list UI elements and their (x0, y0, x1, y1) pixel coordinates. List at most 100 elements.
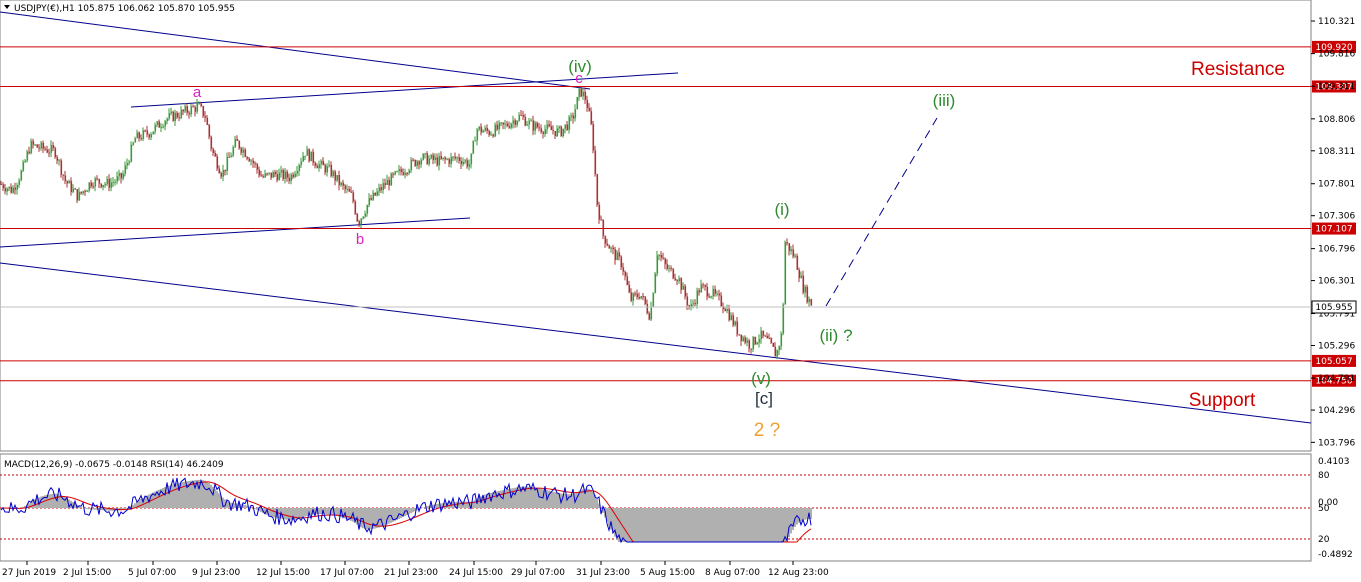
candle-body (606, 243, 609, 246)
candle-body (780, 333, 783, 347)
candle-body (50, 145, 53, 153)
candle-body (656, 255, 659, 274)
candle-body (410, 159, 413, 171)
candle-body (630, 292, 633, 301)
candle-body (300, 161, 303, 165)
candle-body (504, 123, 507, 125)
candle-body (192, 106, 195, 108)
candle-body (102, 185, 105, 188)
price-tick-label: 103.796 (1318, 438, 1355, 448)
candle-body (710, 296, 713, 298)
candle-body (170, 111, 173, 114)
candle-body (302, 156, 305, 162)
wave-2-label: 2 ? (754, 420, 780, 441)
candle-body (324, 165, 327, 173)
candle-body (10, 186, 13, 193)
candle-body (686, 296, 689, 306)
candle-body (264, 173, 267, 178)
candle-body (232, 147, 235, 156)
candle-body (348, 188, 351, 192)
candle-body (434, 157, 437, 160)
candle-body (452, 156, 455, 158)
candle-body (608, 245, 611, 249)
candle-body (88, 182, 91, 191)
candle-body (708, 296, 711, 298)
candle-body (540, 128, 543, 133)
candle-body (536, 122, 539, 128)
candle-body (464, 160, 467, 162)
candle-body (116, 176, 119, 182)
candle-body (476, 129, 479, 141)
candle-body (502, 122, 505, 125)
candle-body (734, 321, 737, 326)
candle-body (380, 187, 383, 191)
candle-body (310, 151, 313, 162)
candle-body (372, 192, 375, 200)
candle-body (790, 249, 793, 252)
candle-body (494, 124, 497, 137)
candle-body (194, 107, 197, 112)
candle-body (534, 122, 537, 131)
candle-body (616, 252, 619, 261)
candle-body (736, 321, 739, 335)
candle-body (582, 91, 585, 97)
candle-body (308, 149, 311, 162)
candle-body (204, 116, 207, 118)
candle-body (132, 142, 135, 145)
candle-body (756, 342, 759, 345)
candle-body (146, 130, 149, 135)
candle-body (266, 173, 269, 175)
candle-body (784, 242, 787, 305)
candle-body (306, 149, 309, 156)
candle-body (336, 175, 339, 181)
candle-body (156, 121, 159, 126)
candle-body (568, 116, 571, 130)
candle-body (56, 157, 59, 161)
candle-body (602, 219, 605, 236)
wave-iv-label: (iv) (568, 57, 592, 76)
candle-body (396, 171, 399, 173)
candle-body (186, 106, 189, 113)
candle-body (632, 293, 635, 301)
candle-body (596, 174, 599, 205)
candle-body (428, 158, 431, 165)
candle-body (624, 271, 627, 277)
candle-body (646, 303, 649, 314)
candle-body (500, 122, 503, 124)
price-tick-label: 105.296 (1318, 341, 1355, 351)
time-tick-label: 12 Aug 23:00 (768, 568, 829, 578)
candle-body (774, 346, 777, 357)
candle-body (376, 191, 379, 196)
candle-body (744, 337, 747, 343)
candle-body (200, 103, 203, 106)
candle-body (354, 201, 357, 214)
candle-body (52, 145, 55, 149)
candle-body (122, 173, 125, 179)
candle-body (242, 149, 245, 153)
candle-body (134, 138, 137, 143)
candle-body (96, 178, 99, 180)
candle-body (34, 144, 37, 146)
candle-body (390, 173, 393, 186)
candle-body (576, 97, 579, 110)
candle-body (478, 126, 481, 130)
candle-body (230, 155, 233, 158)
candle-body (682, 285, 685, 290)
candle-body (416, 161, 419, 166)
candle-body (346, 188, 349, 190)
candle-body (388, 179, 391, 186)
candle-body (214, 152, 217, 157)
candle-body (810, 299, 813, 306)
chart-canvas[interactable]: USDJPY(€),H1 105.875 106.062 105.870 105… (0, 0, 1361, 582)
candle-body (800, 275, 803, 279)
price-tick-label: 104.791 (1318, 374, 1355, 384)
candle-body (422, 154, 425, 160)
current-price-label: 105.955 (1315, 303, 1352, 313)
candle-body (440, 156, 443, 159)
candle-body (38, 147, 41, 149)
candle-body (586, 99, 589, 109)
candle-body (772, 342, 775, 347)
candle-body (120, 173, 123, 179)
candle-body (480, 126, 483, 133)
time-tick-label: 5 Jul 07:00 (128, 568, 177, 578)
